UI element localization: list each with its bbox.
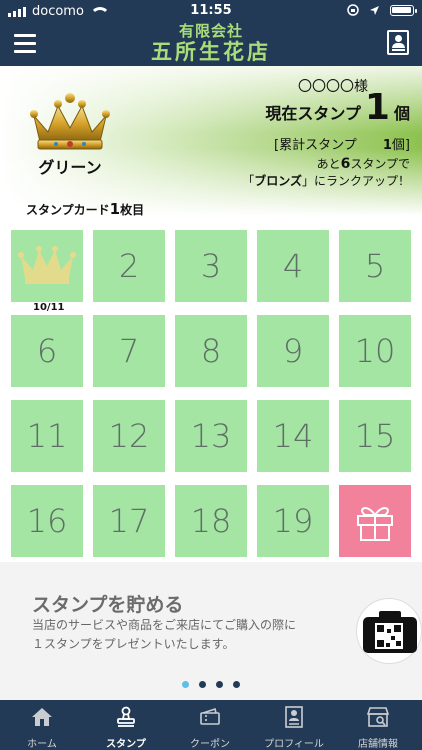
tab-coupon[interactable]: クーポン xyxy=(168,700,252,750)
store-info-icon xyxy=(366,707,390,727)
tab-store-label: 店舗情報 xyxy=(358,739,398,750)
app-header: docomo 11:55 有限会社 五所生花店 xyxy=(0,0,422,66)
next-rank-info: あと6スタンプで 「ブロンズ」にランクアップ！ xyxy=(242,156,410,190)
gift-box-icon xyxy=(357,507,393,541)
next-rank-count: 6 xyxy=(340,156,351,172)
stamp-cell-8[interactable]: 8 xyxy=(175,315,247,387)
stamp-cell-3[interactable]: 3 xyxy=(175,230,247,302)
bottom-tab-bar: ホーム スタンプ クーポン プロフィール 店舗情報 xyxy=(0,700,422,750)
page-indicator[interactable] xyxy=(0,681,422,688)
status-right xyxy=(347,4,417,16)
next-rank-line-suffix: 」にランクアップ！ xyxy=(301,174,410,188)
stamp-cell-15[interactable]: 15 xyxy=(339,400,411,472)
total-stamps-label: [累計スタンプ xyxy=(274,138,357,153)
location-icon xyxy=(370,5,379,15)
info-title: スタンプを貯める xyxy=(32,594,184,616)
total-stamps-count: 1 xyxy=(382,138,392,153)
current-stamps-count: 1 xyxy=(364,87,390,128)
stamp-date: 10/11 xyxy=(33,302,65,313)
page-dot-4[interactable] xyxy=(233,681,240,688)
stamp-cell-12[interactable]: 12 xyxy=(93,400,165,472)
stamp-card-number: 1 xyxy=(109,200,121,218)
tab-coupon-label: クーポン xyxy=(190,739,230,750)
stamp-card-label: スタンプカード1枚目 xyxy=(26,200,144,218)
member-card-button[interactable] xyxy=(387,30,409,55)
tab-profile[interactable]: プロフィール xyxy=(252,700,336,750)
home-icon xyxy=(32,708,52,726)
stamp-cell-9[interactable]: 9 xyxy=(257,315,329,387)
next-rank-name: ブロンズ xyxy=(254,174,302,188)
stamp-cell-13[interactable]: 13 xyxy=(175,400,247,472)
qr-camera-button[interactable] xyxy=(356,598,422,664)
shop-title-small: 有限会社 xyxy=(178,22,243,40)
stamp-cell-5[interactable]: 5 xyxy=(339,230,411,302)
stamp-card-prefix: スタンプカード xyxy=(26,203,110,217)
stamp-cell-19[interactable]: 19 xyxy=(257,485,329,557)
next-rank-suffix: スタンプで xyxy=(350,157,410,171)
stamp-cell-4[interactable]: 4 xyxy=(257,230,329,302)
info-description-line2: １スタンプをプレゼントいたします。 xyxy=(32,637,235,651)
total-stamps: [累計スタンプ 1個] xyxy=(274,134,410,153)
status-bar: docomo 11:55 xyxy=(0,0,422,22)
stamp-cell-11[interactable]: 11 xyxy=(11,400,83,472)
stamp-cell-gift[interactable] xyxy=(339,485,411,557)
shop-title-large: 五所生花店 xyxy=(151,40,271,64)
stamp-cell-17[interactable]: 17 xyxy=(93,485,165,557)
stamp-cell-14[interactable]: 14 xyxy=(257,400,329,472)
battery-icon xyxy=(390,4,417,16)
shop-title: 有限会社 五所生花店 xyxy=(0,20,422,63)
stamp-cell-7[interactable]: 7 xyxy=(93,315,165,387)
tab-stamp-label: スタンプ xyxy=(106,739,146,750)
next-rank-bracket-open: 「 xyxy=(242,174,255,188)
next-rank-prefix: あと xyxy=(316,157,341,171)
stamp-cell-1[interactable] xyxy=(11,230,83,302)
profile-card-icon xyxy=(285,706,303,728)
tab-profile-label: プロフィール xyxy=(264,739,324,750)
rank-name: グリーン xyxy=(38,158,102,177)
stamp-cell-2[interactable]: 2 xyxy=(93,230,165,302)
info-description: 当店のサービスや商品をご来店にてご購入の際に １スタンプをプレゼントいたします。 xyxy=(32,616,332,654)
stamp-cell-6[interactable]: 6 xyxy=(11,315,83,387)
tab-home-label: ホーム xyxy=(27,739,57,750)
tab-home[interactable]: ホーム xyxy=(0,700,84,750)
qr-camera-icon xyxy=(363,611,417,653)
tab-store[interactable]: 店舗情報 xyxy=(336,700,420,750)
stamp-cell-16[interactable]: 16 xyxy=(11,485,83,557)
tab-stamp[interactable]: スタンプ xyxy=(84,700,168,750)
coupon-icon xyxy=(200,707,220,725)
total-stamps-unit: 個] xyxy=(391,138,410,153)
page-dot-1[interactable] xyxy=(182,681,189,688)
current-stamps-unit: 個 xyxy=(393,104,410,123)
page-dot-2[interactable] xyxy=(199,681,206,688)
stamp-cell-18[interactable]: 18 xyxy=(175,485,247,557)
stamp-card-suffix: 枚目 xyxy=(120,203,145,217)
page-dot-3[interactable] xyxy=(216,681,223,688)
stamp-cell-10[interactable]: 10 xyxy=(339,315,411,387)
info-description-line1: 当店のサービスや商品をご来店にてご購入の際に xyxy=(32,618,297,632)
stamp-icon xyxy=(117,706,135,727)
current-stamps: 現在スタンプ 1 個 xyxy=(265,90,410,126)
lock-rotation-icon xyxy=(347,4,359,16)
stamped-crown-icon xyxy=(18,246,76,284)
gold-crown-icon xyxy=(30,93,110,150)
current-stamps-label: 現在スタンプ xyxy=(265,104,361,123)
